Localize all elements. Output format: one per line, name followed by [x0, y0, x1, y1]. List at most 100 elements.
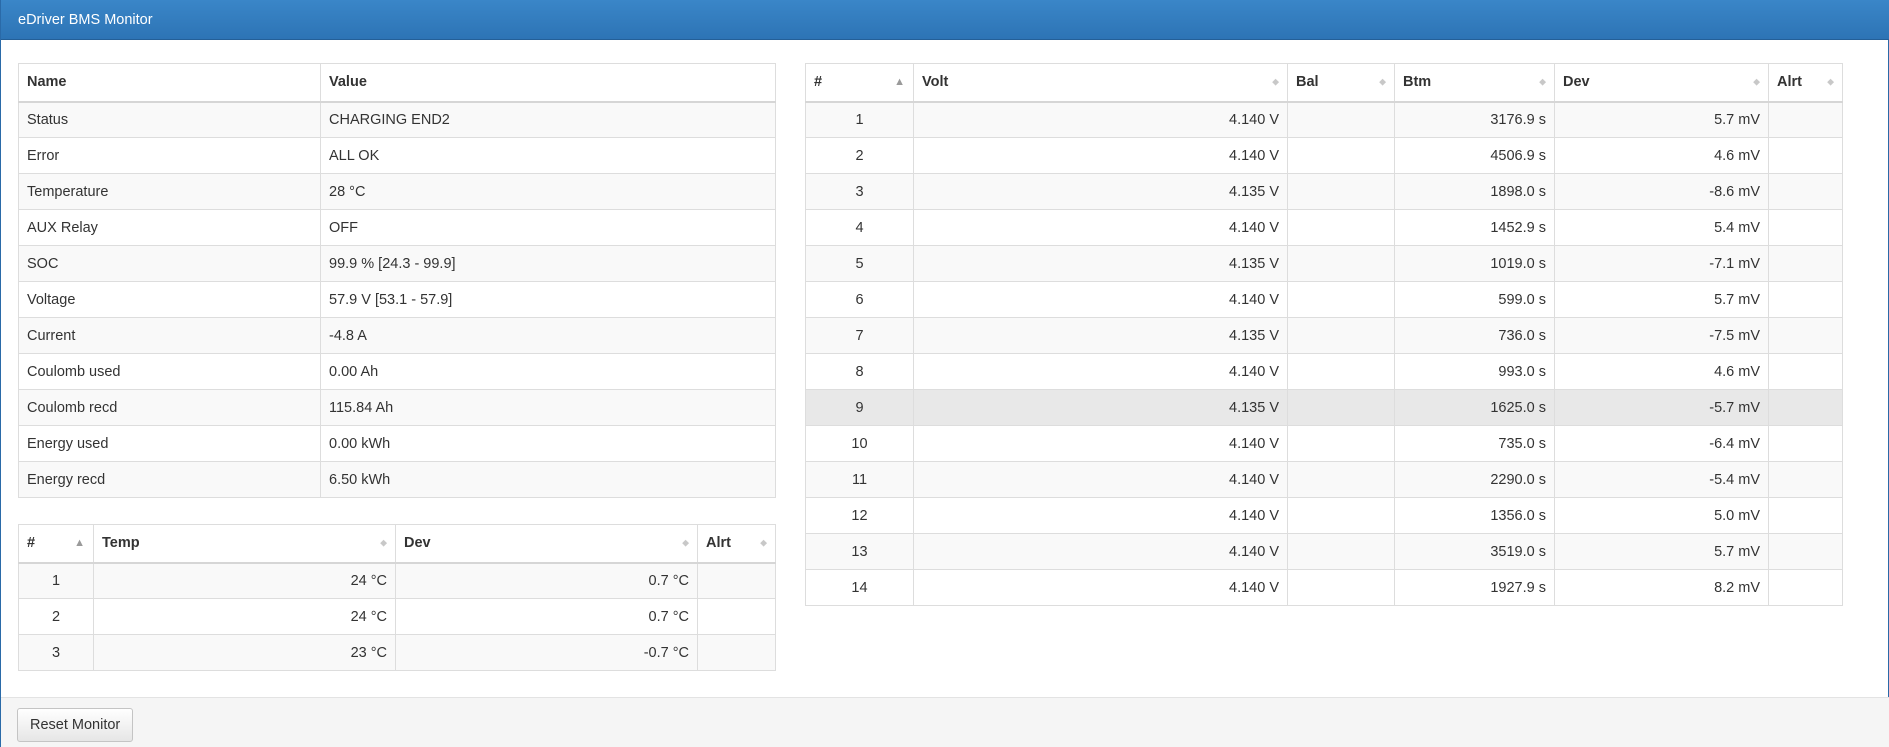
cell-number: 7 [805, 317, 914, 354]
table-row[interactable]: Current -4.8 A [18, 317, 776, 354]
table-row[interactable]: 1 24 °C 0.7 °C [18, 562, 776, 599]
column-header-alrt[interactable]: Alrt ◆ [1768, 63, 1843, 103]
cell-name: Temperature [18, 173, 321, 210]
cell-number: 1 [18, 562, 94, 599]
cell-number: 3 [805, 173, 914, 210]
cell-number: 1 [805, 101, 914, 138]
cell-name: AUX Relay [18, 209, 321, 246]
cell-dev: 5.7 mV [1554, 281, 1769, 318]
cell-btm: 2290.0 s [1394, 461, 1555, 498]
cell-alrt [1768, 173, 1843, 210]
column-header-volt[interactable]: Volt ◆ [913, 63, 1288, 103]
cell-name: Error [18, 137, 321, 174]
cell-number: 10 [805, 425, 914, 462]
column-header-dev[interactable]: Dev ◆ [395, 524, 698, 564]
title-bar: eDriver BMS Monitor [1, 0, 1889, 40]
table-row[interactable]: Voltage 57.9 V [53.1 - 57.9] [18, 281, 776, 318]
table-row[interactable]: 3 4.135 V 1898.0 s -8.6 mV [805, 173, 1843, 210]
table-row[interactable]: 6 4.140 V 599.0 s 5.7 mV [805, 281, 1843, 318]
cell-bal [1287, 461, 1395, 498]
cell-bal [1287, 425, 1395, 462]
app-window: eDriver BMS Monitor Name Value Status CHA… [0, 0, 1889, 747]
cell-name: Coulomb used [18, 353, 321, 390]
table-row[interactable]: 5 4.135 V 1019.0 s -7.1 mV [805, 245, 1843, 282]
cell-value: 57.9 V [53.1 - 57.9] [320, 281, 776, 318]
cell-volt: 4.140 V [913, 353, 1288, 390]
cell-volt: 4.140 V [913, 281, 1288, 318]
cell-alrt [1768, 353, 1843, 390]
table-row[interactable]: 7 4.135 V 736.0 s -7.5 mV [805, 317, 1843, 354]
table-row[interactable]: 8 4.140 V 993.0 s 4.6 mV [805, 353, 1843, 390]
column-header-alrt[interactable]: Alrt ◆ [697, 524, 776, 564]
cell-volt: 4.140 V [913, 137, 1288, 174]
cell-dev: -0.7 °C [395, 634, 698, 671]
cell-number: 3 [18, 634, 94, 671]
cell-btm: 1452.9 s [1394, 209, 1555, 246]
cell-volt: 4.140 V [913, 209, 1288, 246]
cell-number: 4 [805, 209, 914, 246]
cell-dev: 0.7 °C [395, 562, 698, 599]
column-header-number[interactable]: # ▲ [805, 63, 914, 103]
cell-voltage-table: # ▲ Volt ◆ Bal ◆ Btm ◆ Dev ◆ Alrt ◆ 1 4.140 V 31… [805, 63, 1843, 606]
cell-number: 9 [805, 389, 914, 426]
table-row[interactable]: Error ALL OK [18, 137, 776, 174]
table-row[interactable]: 11 4.140 V 2290.0 s -5.4 mV [805, 461, 1843, 498]
cell-number: 13 [805, 533, 914, 570]
table-row[interactable]: SOC 99.9 % [24.3 - 99.9] [18, 245, 776, 282]
table-row[interactable]: 13 4.140 V 3519.0 s 5.7 mV [805, 533, 1843, 570]
cell-btm: 4506.9 s [1394, 137, 1555, 174]
cell-bal [1287, 281, 1395, 318]
table-row[interactable]: Status CHARGING END2 [18, 101, 776, 138]
cell-temp: 24 °C [93, 562, 396, 599]
table-row[interactable]: 2 4.140 V 4506.9 s 4.6 mV [805, 137, 1843, 174]
table-row[interactable]: 4 4.140 V 1452.9 s 5.4 mV [805, 209, 1843, 246]
cell-name: Voltage [18, 281, 321, 318]
cell-value: -4.8 A [320, 317, 776, 354]
cell-volt: 4.135 V [913, 245, 1288, 282]
cell-value: 115.84 Ah [320, 389, 776, 426]
app-title: eDriver BMS Monitor [18, 12, 153, 28]
table-row[interactable]: AUX Relay OFF [18, 209, 776, 246]
column-header-name[interactable]: Name [18, 63, 321, 103]
cell-volt: 4.140 V [913, 461, 1288, 498]
cell-value: 99.9 % [24.3 - 99.9] [320, 245, 776, 282]
table-row[interactable]: Temperature 28 °C [18, 173, 776, 210]
table-row[interactable]: 2 24 °C 0.7 °C [18, 598, 776, 635]
cell-number: 2 [18, 598, 94, 635]
column-header-dev[interactable]: Dev ◆ [1554, 63, 1769, 103]
column-header-bal[interactable]: Bal ◆ [1287, 63, 1395, 103]
reset-monitor-button[interactable]: Reset Monitor [17, 708, 134, 742]
sort-both-icon: ◆ [760, 537, 767, 548]
temperature-table: # ▲ Temp ◆ Dev ◆ Alrt ◆ 1 24 °C 0.7 °C 2 24 °C 0.… [18, 524, 776, 671]
cell-btm: 735.0 s [1394, 425, 1555, 462]
table-row[interactable]: 14 4.140 V 1927.9 s 8.2 mV [805, 569, 1843, 606]
sort-ascending-icon: ▲ [894, 76, 905, 89]
cell-dev: 5.4 mV [1554, 209, 1769, 246]
table-row[interactable]: 12 4.140 V 1356.0 s 5.0 mV [805, 497, 1843, 534]
cell-btm: 736.0 s [1394, 317, 1555, 354]
cell-btm: 1625.0 s [1394, 389, 1555, 426]
cell-bal [1287, 569, 1395, 606]
cell-bal [1287, 497, 1395, 534]
column-header-number[interactable]: # ▲ [18, 524, 94, 564]
table-row[interactable]: 9 4.135 V 1625.0 s -5.7 mV [805, 389, 1843, 426]
cell-volt: 4.140 V [913, 425, 1288, 462]
table-row[interactable]: Energy recd 6.50 kWh [18, 461, 776, 498]
table-row[interactable]: Coulomb used 0.00 Ah [18, 353, 776, 390]
table-row[interactable]: 1 4.140 V 3176.9 s 5.7 mV [805, 101, 1843, 138]
sort-both-icon: ◆ [682, 537, 689, 548]
cell-bal [1287, 137, 1395, 174]
column-header-temp[interactable]: Temp ◆ [93, 524, 396, 564]
cell-volt: 4.135 V [913, 173, 1288, 210]
table-row[interactable]: Coulomb recd 115.84 Ah [18, 389, 776, 426]
cell-dev: 4.6 mV [1554, 353, 1769, 390]
table-row[interactable]: Energy used 0.00 kWh [18, 425, 776, 462]
column-header-value[interactable]: Value [320, 63, 776, 103]
cell-bal [1287, 209, 1395, 246]
cell-dev: 8.2 mV [1554, 569, 1769, 606]
column-header-btm[interactable]: Btm ◆ [1394, 63, 1555, 103]
table-row[interactable]: 10 4.140 V 735.0 s -6.4 mV [805, 425, 1843, 462]
cell-bal [1287, 101, 1395, 138]
table-row[interactable]: 3 23 °C -0.7 °C [18, 634, 776, 671]
cell-temp: 23 °C [93, 634, 396, 671]
